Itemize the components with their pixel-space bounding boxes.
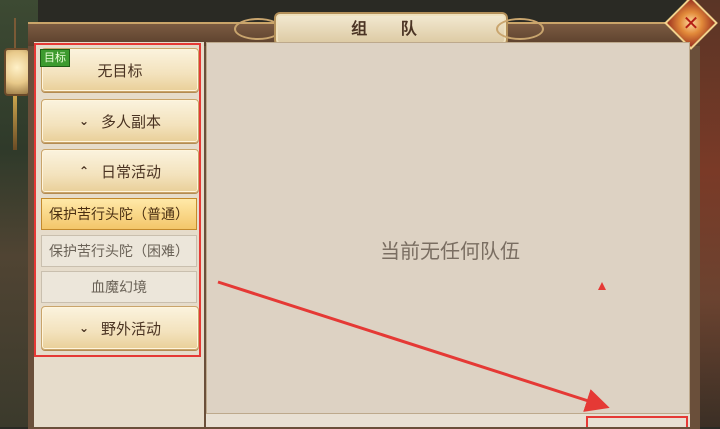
annotation-arrow (217, 280, 610, 412)
annotation-target-box (586, 416, 688, 427)
